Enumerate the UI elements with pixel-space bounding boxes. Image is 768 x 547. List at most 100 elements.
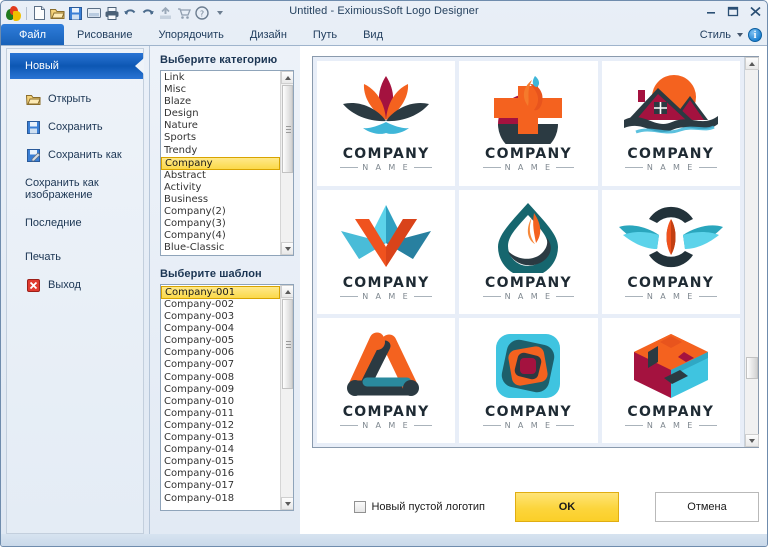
category-item[interactable]: Activity xyxy=(161,182,280,194)
template-item[interactable]: Company-010 xyxy=(161,396,280,408)
template-thumbnail[interactable]: COMPANY N A M E xyxy=(459,189,598,315)
scrollbar-thumb[interactable] xyxy=(746,357,758,379)
template-items[interactable]: Company-001 Company-002 Company-003 Comp… xyxy=(161,285,280,510)
help-icon[interactable]: ? xyxy=(193,5,210,22)
category-item[interactable]: Nature xyxy=(161,120,280,132)
template-thumbnail[interactable]: COMPANY N A M E xyxy=(317,189,456,315)
template-item[interactable]: Company-016 xyxy=(161,468,280,480)
minimize-icon[interactable] xyxy=(703,4,719,18)
template-item[interactable]: Company-013 xyxy=(161,432,280,444)
category-item[interactable]: Company(4) xyxy=(161,230,280,242)
template-item[interactable]: Company-012 xyxy=(161,420,280,432)
blank-logo-checkbox[interactable] xyxy=(354,501,367,513)
save-all-icon[interactable] xyxy=(85,5,102,22)
tab-arrange[interactable]: Упорядочить xyxy=(145,24,236,45)
category-item[interactable]: Abstract xyxy=(161,170,280,182)
template-thumbnail[interactable]: COMPANY N A M E xyxy=(317,61,456,186)
template-item-selected[interactable]: Company-001 xyxy=(161,286,280,299)
template-grid[interactable]: COMPANY N A M E COMPANY N A M E COMPANY … xyxy=(313,57,744,447)
tab-path[interactable]: Путь xyxy=(300,24,350,45)
chevron-down-icon[interactable] xyxy=(737,33,743,37)
ribbon-tab-bar[interactable]: Файл Рисование Упорядочить Дизайн Путь В… xyxy=(1,23,767,46)
template-item[interactable]: Company-014 xyxy=(161,444,280,456)
open-folder-icon[interactable] xyxy=(49,5,66,22)
cart-icon[interactable] xyxy=(175,5,192,22)
app-logo-icon[interactable] xyxy=(5,5,22,22)
category-item[interactable]: Company(3) xyxy=(161,218,280,230)
scrollbar-thumb[interactable] xyxy=(282,85,293,173)
scroll-up-arrow-icon[interactable] xyxy=(745,57,759,70)
category-scrollbar[interactable] xyxy=(280,71,293,255)
category-items[interactable]: Link Misc Blaze Design Nature Sports Tre… xyxy=(161,71,280,255)
save-icon[interactable] xyxy=(67,5,84,22)
scrollbar-thumb[interactable] xyxy=(282,299,293,389)
print-icon[interactable] xyxy=(103,5,120,22)
menu-item-print[interactable]: Печать xyxy=(7,243,143,271)
category-listbox[interactable]: Link Misc Blaze Design Nature Sports Tre… xyxy=(160,70,294,256)
menu-item-new[interactable]: Новый xyxy=(10,53,143,79)
quick-access-toolbar[interactable]: ? xyxy=(5,5,228,22)
tab-drawing[interactable]: Рисование xyxy=(64,24,145,45)
cancel-button[interactable]: Отмена xyxy=(655,492,759,522)
template-item[interactable]: Company-011 xyxy=(161,408,280,420)
tab-file[interactable]: Файл xyxy=(1,24,65,45)
category-item[interactable]: Trendy xyxy=(161,145,280,157)
customize-qat-caret-icon[interactable] xyxy=(211,5,228,22)
category-item[interactable]: Business xyxy=(161,194,280,206)
template-scrollbar[interactable] xyxy=(280,285,293,510)
category-item[interactable]: Design xyxy=(161,108,280,120)
menu-item-open[interactable]: Открыть xyxy=(7,85,143,113)
template-item[interactable]: Company-018 xyxy=(161,493,280,505)
template-item[interactable]: Company-017 xyxy=(161,480,280,492)
scroll-up-arrow-icon[interactable] xyxy=(281,71,293,84)
template-item[interactable]: Company-007 xyxy=(161,359,280,371)
window-controls[interactable] xyxy=(703,4,763,18)
tab-view[interactable]: Вид xyxy=(350,24,396,45)
info-icon[interactable]: i xyxy=(748,28,762,42)
template-item[interactable]: Company-006 xyxy=(161,347,280,359)
category-item[interactable]: Blaze xyxy=(161,96,280,108)
undo-icon[interactable] xyxy=(121,5,138,22)
menu-item-save-as-image[interactable]: Сохранить как изображение xyxy=(7,175,143,203)
template-item[interactable]: Company-002 xyxy=(161,299,280,311)
category-item[interactable]: Misc xyxy=(161,84,280,96)
template-item[interactable]: Company-004 xyxy=(161,323,280,335)
scroll-down-arrow-icon[interactable] xyxy=(745,434,759,447)
category-item[interactable]: Link xyxy=(161,72,280,84)
tab-design[interactable]: Дизайн xyxy=(237,24,300,45)
template-item[interactable]: Company-009 xyxy=(161,384,280,396)
template-gallery[interactable]: COMPANY N A M E COMPANY N A M E COMPANY … xyxy=(312,56,759,448)
maximize-icon[interactable] xyxy=(725,4,741,18)
template-item[interactable]: Company-015 xyxy=(161,456,280,468)
category-item-selected[interactable]: Company xyxy=(161,156,280,170)
category-item[interactable]: Company(2) xyxy=(161,206,280,218)
menu-item-recent[interactable]: Последние xyxy=(7,209,143,237)
ok-button[interactable]: OK xyxy=(515,492,619,522)
ribbon-right-controls[interactable]: Стиль i xyxy=(700,28,762,42)
scroll-down-arrow-icon[interactable] xyxy=(281,242,293,255)
blank-logo-checkbox-wrap[interactable]: Новый пустой логотип xyxy=(354,501,485,513)
template-thumbnail[interactable]: COMPANY N A M E xyxy=(601,61,740,186)
template-thumbnail[interactable]: COMPANY N A M E xyxy=(601,318,740,443)
new-document-icon[interactable] xyxy=(31,5,48,22)
template-thumbnail[interactable]: COMPANY N A M E xyxy=(459,61,598,186)
close-icon[interactable] xyxy=(747,4,763,18)
template-item[interactable]: Company-003 xyxy=(161,311,280,323)
menu-item-save[interactable]: Сохранить xyxy=(7,113,143,141)
category-item[interactable]: Blue-Classic xyxy=(161,242,280,254)
template-thumbnail[interactable]: COMPANY N A M E xyxy=(601,189,740,315)
menu-item-save-as[interactable]: Сохранить как xyxy=(7,141,143,169)
style-dropdown-label[interactable]: Стиль xyxy=(700,29,731,41)
category-item[interactable]: Sports xyxy=(161,132,280,144)
scroll-up-arrow-icon[interactable] xyxy=(281,285,293,298)
template-thumbnail[interactable]: COMPANY N A M E xyxy=(459,318,598,443)
template-item[interactable]: Company-008 xyxy=(161,372,280,384)
template-item[interactable]: Company-005 xyxy=(161,335,280,347)
template-thumbnail[interactable]: COMPANY N A M E xyxy=(317,318,456,443)
template-listbox[interactable]: Company-001 Company-002 Company-003 Comp… xyxy=(160,284,294,511)
gallery-scrollbar[interactable] xyxy=(744,57,759,447)
menu-item-exit[interactable]: Выход xyxy=(7,271,143,299)
redo-icon[interactable] xyxy=(139,5,156,22)
export-icon[interactable] xyxy=(157,5,174,22)
scroll-down-arrow-icon[interactable] xyxy=(281,497,293,510)
